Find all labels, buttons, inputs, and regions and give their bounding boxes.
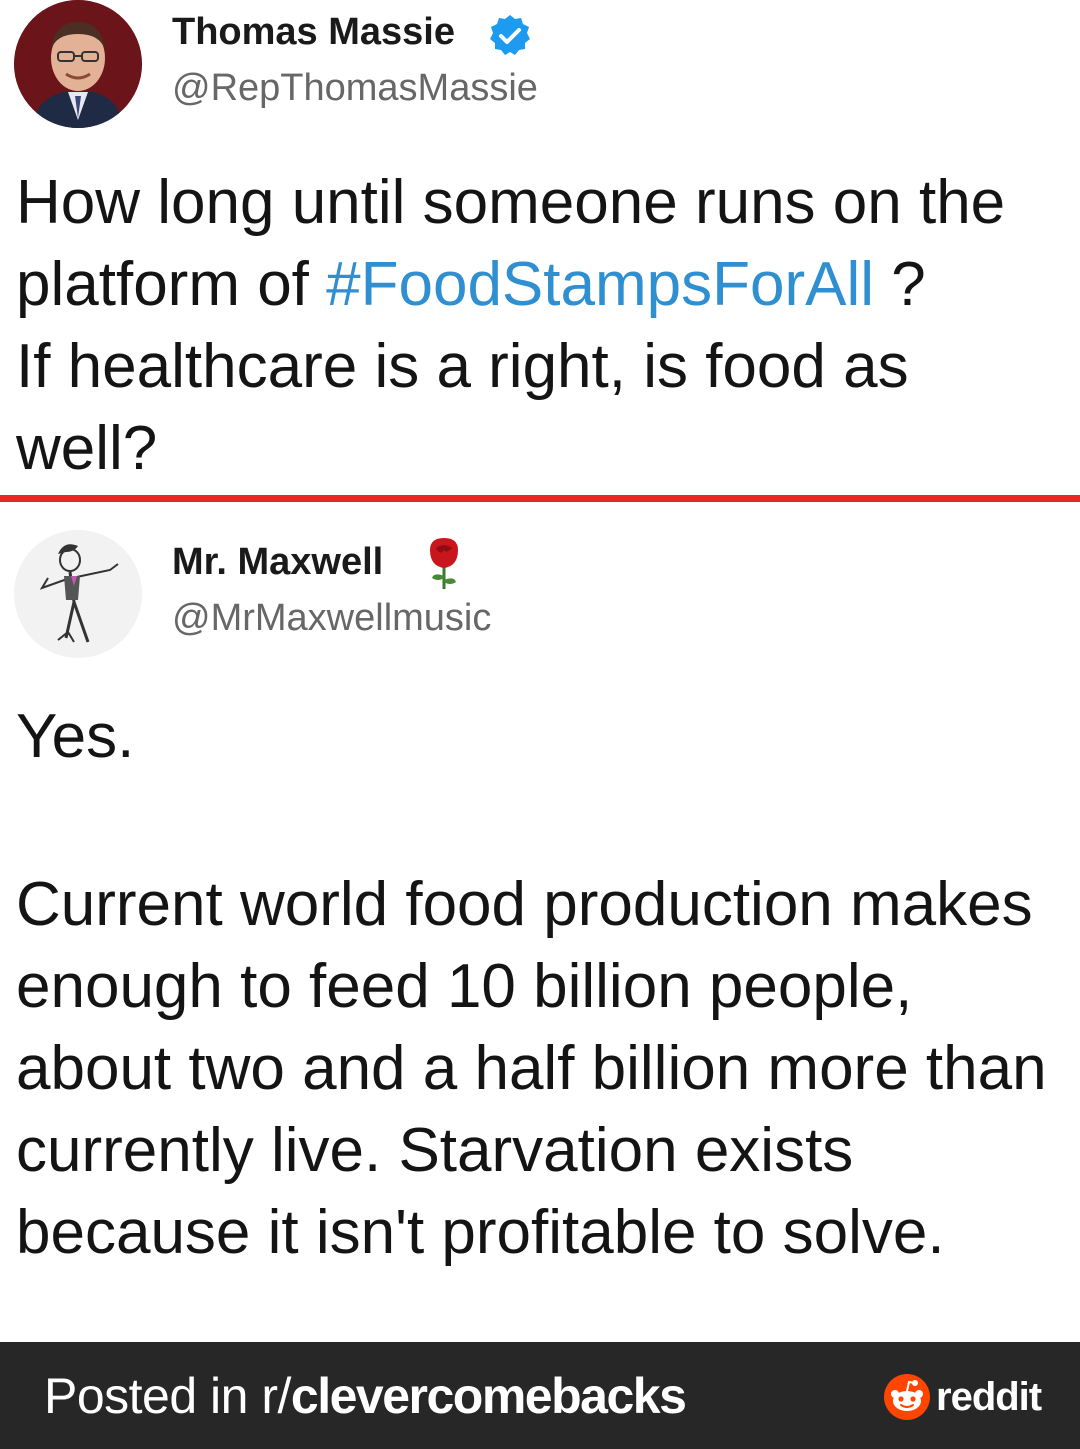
reddit-wordmark: reddit (936, 1375, 1042, 1419)
rose-icon (430, 538, 458, 589)
hashtag-link[interactable]: #FoodStampsForAll (326, 250, 874, 319)
tweet-thomas-massie: Thomas Massie @RepThomasMassie How long … (0, 0, 1080, 495)
tweet-text: Yes. (16, 702, 135, 771)
posted-in-label: Posted in r/clevercomebacks (44, 1368, 687, 1424)
display-name[interactable]: Mr. Maxwell (172, 540, 383, 584)
reddit-logo[interactable]: reddit (884, 1374, 1042, 1420)
subreddit-link[interactable]: clevercomebacks (291, 1368, 687, 1424)
user-handle[interactable]: @MrMaxwellmusic (172, 596, 491, 640)
display-name[interactable]: Thomas Massie (172, 10, 455, 54)
user-handle[interactable]: @RepThomasMassie (172, 66, 538, 110)
tweet-text-part: If healthcare is a right, is food as wel… (16, 332, 909, 483)
avatar-photo (14, 0, 142, 128)
tweet-text: How long until someone runs on the platf… (16, 162, 1066, 490)
footer-bar: Posted in r/clevercomebacks reddit (0, 1342, 1080, 1449)
tweet-text-part: ? (874, 250, 926, 319)
tweet-mr-maxwell: Mr. Maxwell @MrMaxwellmusic Yes. Current… (0, 508, 1080, 1342)
divider (0, 495, 1080, 502)
verified-badge-icon (490, 15, 530, 55)
avatar-drawing (14, 530, 142, 658)
user-avatar-icon[interactable] (14, 530, 142, 658)
user-avatar-icon[interactable] (14, 0, 142, 128)
tweet-text: Current world food production makes enou… (16, 870, 1047, 1267)
reddit-alien-icon (884, 1374, 930, 1420)
posted-in-prefix: Posted in r/ (44, 1368, 291, 1424)
